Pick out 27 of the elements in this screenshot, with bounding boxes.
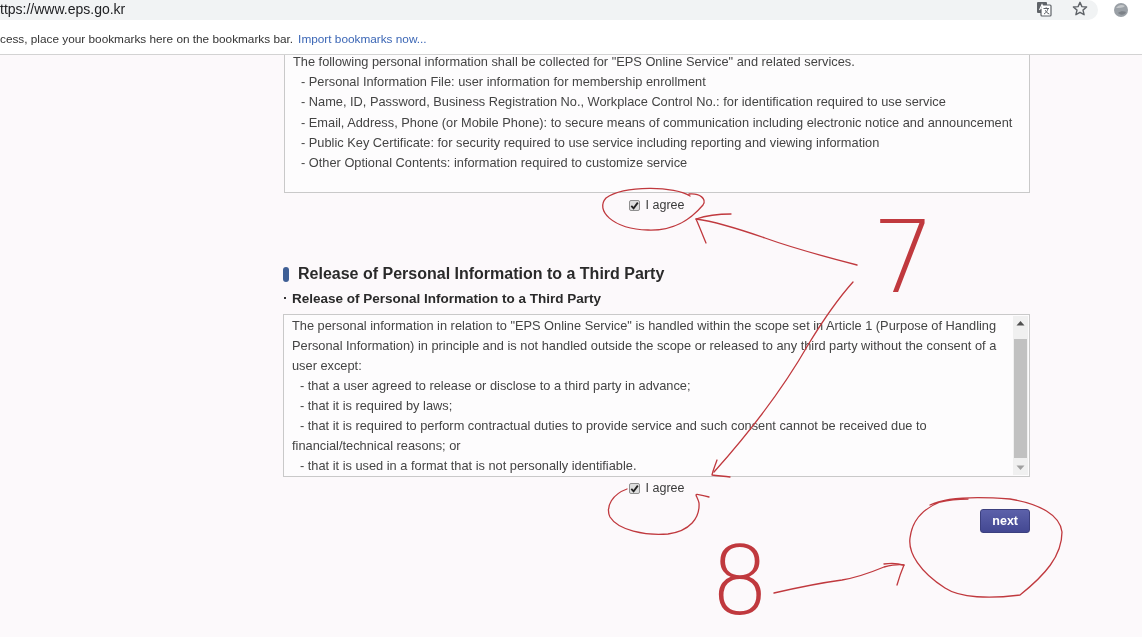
bookmarks-hint: cess, place your bookmarks here on the bookmarks bar.	[0, 31, 294, 46]
agree-checkbox[interactable]	[628, 200, 640, 211]
star-icon[interactable]	[1072, 1, 1088, 17]
address-field[interactable]: ttps://www.eps.go.kr	[0, 0, 1098, 20]
import-bookmarks-link[interactable]: Import bookmarks now...	[298, 31, 427, 46]
step-number: 8	[710, 535, 770, 629]
heading-bar-icon	[283, 267, 289, 282]
terms-list-item: - Other Optional Contents: information required to customize service	[300, 154, 689, 173]
section-heading: Release of Personal Information to a Third Party	[298, 264, 665, 285]
terms-list-item: - that it is required by laws;	[299, 397, 454, 416]
translate-icon[interactable]	[1036, 1, 1052, 17]
terms-paragraph: The following personal information shall be collected for "EPS Online Service" and related services.	[293, 55, 856, 69]
terms-list-item: - that a user agreed to release or disclose to a third party in advance;	[299, 377, 692, 396]
terms-list-item: - that it is used in a format that is not personally identifiable.	[299, 457, 638, 476]
terms-list-item: - Public Key Certificate: for security required to use service including reporting and viewing information	[300, 133, 881, 152]
agree-label[interactable]: I agree	[645, 198, 685, 213]
section-subheading: Release of Personal Information to a Third Party	[292, 290, 602, 309]
scrollbar[interactable]	[1013, 316, 1028, 476]
agree-label[interactable]: I agree	[645, 481, 685, 496]
next-button[interactable]: next	[980, 509, 1030, 534]
sphere-icon[interactable]	[1113, 2, 1129, 18]
step-number: 7	[872, 208, 936, 308]
agree-checkbox[interactable]	[628, 483, 640, 494]
scrollbar-thumb[interactable]	[1014, 339, 1027, 459]
terms-list-item: - Name, ID, Password, Business Registration No., Workplace Control No.: for identification required to use service	[300, 93, 947, 112]
terms-list-item: - Email, Address, Phone (or Mobile Phone): to secure means of communication including electronic notice and announcement	[300, 113, 1014, 132]
terms-list-item: - Personal Information File: user information for membership enrollment	[300, 73, 707, 91]
